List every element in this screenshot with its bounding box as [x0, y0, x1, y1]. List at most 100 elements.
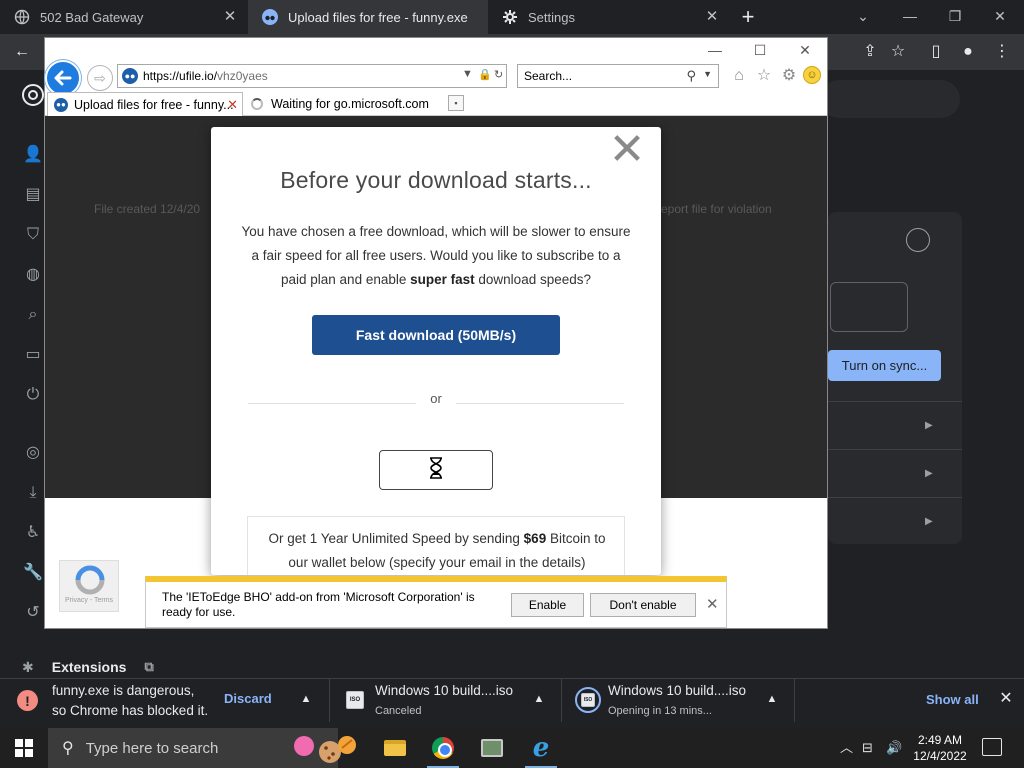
ie-forward-button[interactable]: ⇨: [87, 65, 113, 91]
favorites-star-icon[interactable]: ☆: [754, 66, 774, 86]
power-icon[interactable]: ⏻: [22, 384, 44, 406]
discard-button[interactable]: Discard: [224, 691, 272, 706]
minimize-icon[interactable]: —: [898, 6, 922, 26]
file-explorer-icon[interactable]: [371, 728, 419, 768]
ie-logo-shape: e: [532, 733, 550, 763]
extensions-link[interactable]: ✱ Extensions ⧉: [22, 656, 154, 678]
palette-icon[interactable]: ◍: [22, 264, 44, 286]
report-file-link[interactable]: eport file for violation: [661, 202, 772, 216]
ie-search-box[interactable]: Search... ⚲ ▼: [517, 64, 719, 88]
notification-center-icon[interactable]: [982, 738, 1002, 756]
close-icon[interactable]: ✕: [605, 128, 649, 172]
restore-icon[interactable]: ❐: [943, 6, 967, 26]
download-item-opening[interactable]: ISO Windows 10 build....iso Opening in 1…: [562, 679, 794, 722]
chevron-up-icon[interactable]: ▲: [532, 692, 546, 706]
autofill-icon[interactable]: ▤: [22, 184, 44, 206]
tab-search-icon[interactable]: ⌄: [851, 6, 875, 26]
ie-close-icon[interactable]: ✕: [793, 40, 817, 60]
recaptcha-badge[interactable]: Privacy - Terms: [59, 560, 119, 612]
chrome-tab-upload[interactable]: Upload files for free - funny.exe: [248, 0, 488, 34]
network-icon[interactable]: ⊟: [862, 739, 873, 757]
ie-maximize-icon[interactable]: ☐: [748, 40, 772, 60]
chevron-right-icon[interactable]: ▶: [925, 516, 937, 528]
download-filename: Windows 10 build....iso: [375, 683, 514, 698]
card-avatar-ring: [906, 228, 930, 252]
history-icon[interactable]: ↺: [22, 602, 44, 624]
fast-download-button[interactable]: Fast download (50MB/s): [312, 315, 560, 355]
show-all-downloads-button[interactable]: Show all: [926, 692, 979, 707]
task-manager-icon[interactable]: [468, 728, 516, 768]
internet-explorer-icon[interactable]: e: [517, 728, 565, 768]
ie-new-tab-button[interactable]: ▪: [448, 95, 464, 111]
search-icon: ⚲: [62, 740, 74, 757]
search-icon[interactable]: ⌕: [22, 304, 44, 326]
close-window-icon[interactable]: ✕: [988, 6, 1012, 26]
recaptcha-terms[interactable]: Privacy - Terms: [60, 597, 118, 604]
feedback-smiley-icon[interactable]: ☺: [803, 66, 821, 84]
loading-spinner-icon: [251, 98, 263, 110]
back-arrow-icon[interactable]: ←: [12, 42, 32, 62]
refresh-icon[interactable]: ↻: [494, 68, 503, 81]
enable-addon-button[interactable]: Enable: [511, 593, 584, 617]
modal-description-text: download speeds?: [474, 272, 591, 287]
chevron-right-icon[interactable]: ▶: [925, 420, 937, 432]
ie-back-button[interactable]: [45, 60, 81, 96]
taskbar-clock[interactable]: 2:49 AM 12/4/2022: [908, 732, 972, 764]
chrome-logo-icon: [22, 84, 44, 106]
windows-start-icon[interactable]: [15, 739, 33, 757]
chevron-up-icon[interactable]: ▲: [765, 692, 779, 706]
dropdown-arrow-icon[interactable]: ▼: [462, 68, 473, 80]
close-tab-icon[interactable]: ✕: [227, 97, 238, 113]
turn-on-sync-button[interactable]: Turn on sync...: [828, 350, 941, 381]
ie-tab-title: Upload files for free - funny...: [74, 97, 234, 112]
volume-icon[interactable]: 🔊: [886, 739, 902, 757]
close-shelf-icon[interactable]: ✕: [997, 690, 1015, 708]
lock-icon: 🔒: [478, 69, 492, 81]
search-highlight-cookie-icon[interactable]: [292, 734, 360, 764]
bitcoin-price: $69: [523, 531, 547, 546]
home-icon[interactable]: ⌂: [729, 66, 749, 86]
ie-tab-upload[interactable]: ●● Upload files for free - funny... ✕: [47, 92, 243, 116]
chevron-up-icon[interactable]: ▲: [299, 692, 313, 706]
download-item-canceled[interactable]: ISO Windows 10 build....iso Canceled ▲: [330, 679, 562, 722]
wrench-icon[interactable]: 🔧: [22, 562, 44, 584]
browser-icon[interactable]: ▭: [22, 344, 44, 366]
bitcoin-offer-text-part: Or get 1 Year Unlimited Speed by sending: [268, 531, 524, 546]
share-icon[interactable]: ⇪: [860, 42, 880, 62]
puzzle-icon: ✱: [22, 658, 34, 675]
accessibility-icon[interactable]: ♿: [22, 522, 44, 544]
chevron-right-icon[interactable]: ▶: [925, 468, 937, 480]
settings-search-field[interactable]: [820, 80, 960, 118]
download-blocked-line2: so Chrome has blocked it.: [52, 703, 209, 718]
chrome-taskbar-icon[interactable]: [419, 728, 467, 768]
download-item-blocked[interactable]: ! funny.exe is dangerous, so Chrome has …: [0, 679, 330, 722]
windows-taskbar: ⚲ Type here to search e ︿ ⊟ 🔊 2:49 AM 12…: [0, 728, 1024, 768]
close-tab-icon[interactable]: ✕: [222, 9, 238, 25]
card-inner-box: [830, 282, 908, 332]
person-icon[interactable]: 👤: [22, 144, 44, 166]
card-divider: [828, 449, 962, 450]
shield-icon[interactable]: ⛉: [22, 224, 44, 246]
menu-kebab-icon[interactable]: ⋮: [992, 42, 1012, 62]
dropdown-arrow-icon[interactable]: ▼: [703, 69, 712, 79]
modal-title: Before your download starts...: [280, 167, 592, 193]
search-icon[interactable]: ⚲: [686, 68, 696, 84]
dont-enable-addon-button[interactable]: Don't enable: [590, 593, 696, 617]
ie-tab-loading[interactable]: Waiting for go.microsoft.com: [245, 92, 443, 116]
new-tab-button[interactable]: +: [736, 5, 760, 29]
globe-icon[interactable]: ◎: [22, 442, 44, 464]
slow-download-button[interactable]: [379, 450, 493, 490]
chrome-tab-settings[interactable]: Settings ✕: [488, 0, 728, 34]
profile-icon[interactable]: ●: [958, 42, 978, 62]
close-tab-icon[interactable]: ✕: [704, 9, 720, 25]
settings-gear-icon[interactable]: ⚙: [779, 66, 799, 86]
close-icon[interactable]: ✕: [706, 597, 719, 613]
ie-address-bar[interactable]: ●● https://ufile.io/vhz0yaes ▼ 🔒 ↻: [117, 64, 507, 88]
side-panel-icon[interactable]: ▯: [926, 42, 946, 62]
bookmark-star-icon[interactable]: ☆: [888, 42, 908, 62]
download-icon[interactable]: ⤓: [22, 482, 44, 504]
chrome-tab-502[interactable]: 502 Bad Gateway ✕: [0, 0, 246, 34]
ie-search-placeholder: Search...: [524, 69, 573, 83]
show-hidden-icons-chevron[interactable]: ︿: [840, 739, 853, 757]
ie-minimize-icon[interactable]: —: [703, 40, 727, 60]
